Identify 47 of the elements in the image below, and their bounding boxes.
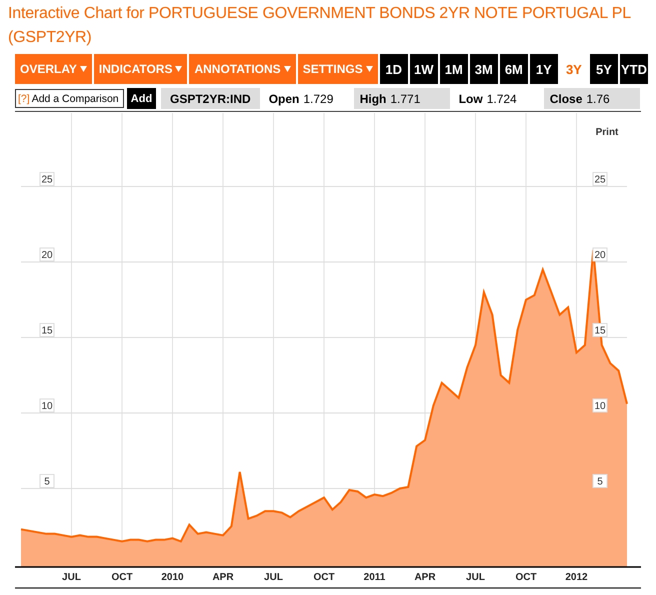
y-axis-label: 10: [40, 398, 54, 412]
x-axis-label: OCT: [313, 572, 335, 583]
period-button[interactable]: 1M: [440, 54, 468, 84]
x-axis-label: OCT: [111, 572, 133, 583]
period-button[interactable]: 1W: [410, 54, 438, 84]
caret-icon: [80, 66, 87, 72]
period-button[interactable]: 3M: [470, 54, 498, 84]
comparison-field[interactable]: [?] Add a Comparison: [15, 89, 124, 108]
period-button[interactable]: 1Y: [530, 54, 558, 84]
x-axis-label: APR: [212, 572, 234, 583]
period-button[interactable]: 1D: [380, 54, 408, 84]
period-button[interactable]: YTD: [620, 54, 648, 84]
quote-stat: Low 1.724: [458, 90, 518, 108]
y-axis-label: 25: [592, 172, 608, 186]
period-button[interactable]: 5Y: [590, 54, 618, 84]
y-axis-label: 15: [40, 323, 54, 337]
quote-stat: Close 1.76: [544, 88, 640, 109]
print-link[interactable]: Print: [596, 127, 618, 138]
add-button[interactable]: Add: [127, 88, 156, 109]
x-axis-label: 2010: [161, 572, 184, 583]
x-axis-label: JUL: [264, 572, 283, 583]
page-title: Interactive Chart for PORTUGUESE GOVERNMENT BONDS 2YR NOTE PORTUGAL PL (GSPT2YR): [8, 4, 632, 48]
quote-stat: High 1.771: [354, 88, 450, 109]
x-axis-label: 2012: [565, 572, 588, 583]
y-tick-label: 20: [41, 250, 53, 261]
caret-icon: [175, 66, 182, 72]
quote-stat: Open 1.729: [268, 90, 334, 108]
symbol-label: GSPT2YR:IND: [161, 88, 260, 109]
x-axis-label: OCT: [515, 572, 537, 583]
caret-icon: [284, 66, 291, 72]
y-axis-label: 20: [40, 248, 54, 262]
y-tick-label: 10: [41, 401, 53, 412]
y-axis-label: 20: [592, 248, 608, 262]
y-axis-label: 5: [592, 474, 608, 488]
y-axis-label: 15: [592, 323, 608, 337]
y-axis-label: 25: [40, 172, 54, 186]
y-tick-label: 5: [44, 476, 50, 488]
caret-icon: [366, 66, 373, 72]
y-tick-label: 25: [41, 174, 53, 186]
period-button[interactable]: 6M: [500, 54, 528, 84]
y-axis-label: 10: [592, 398, 608, 412]
x-axis-label: JUL: [62, 572, 81, 583]
y-axis-label: 5: [40, 474, 54, 488]
x-axis-label: 2011: [364, 572, 386, 583]
y-tick-label: 15: [41, 326, 53, 336]
x-axis-label: JUL: [466, 572, 485, 583]
x-axis-label: APR: [414, 572, 436, 583]
